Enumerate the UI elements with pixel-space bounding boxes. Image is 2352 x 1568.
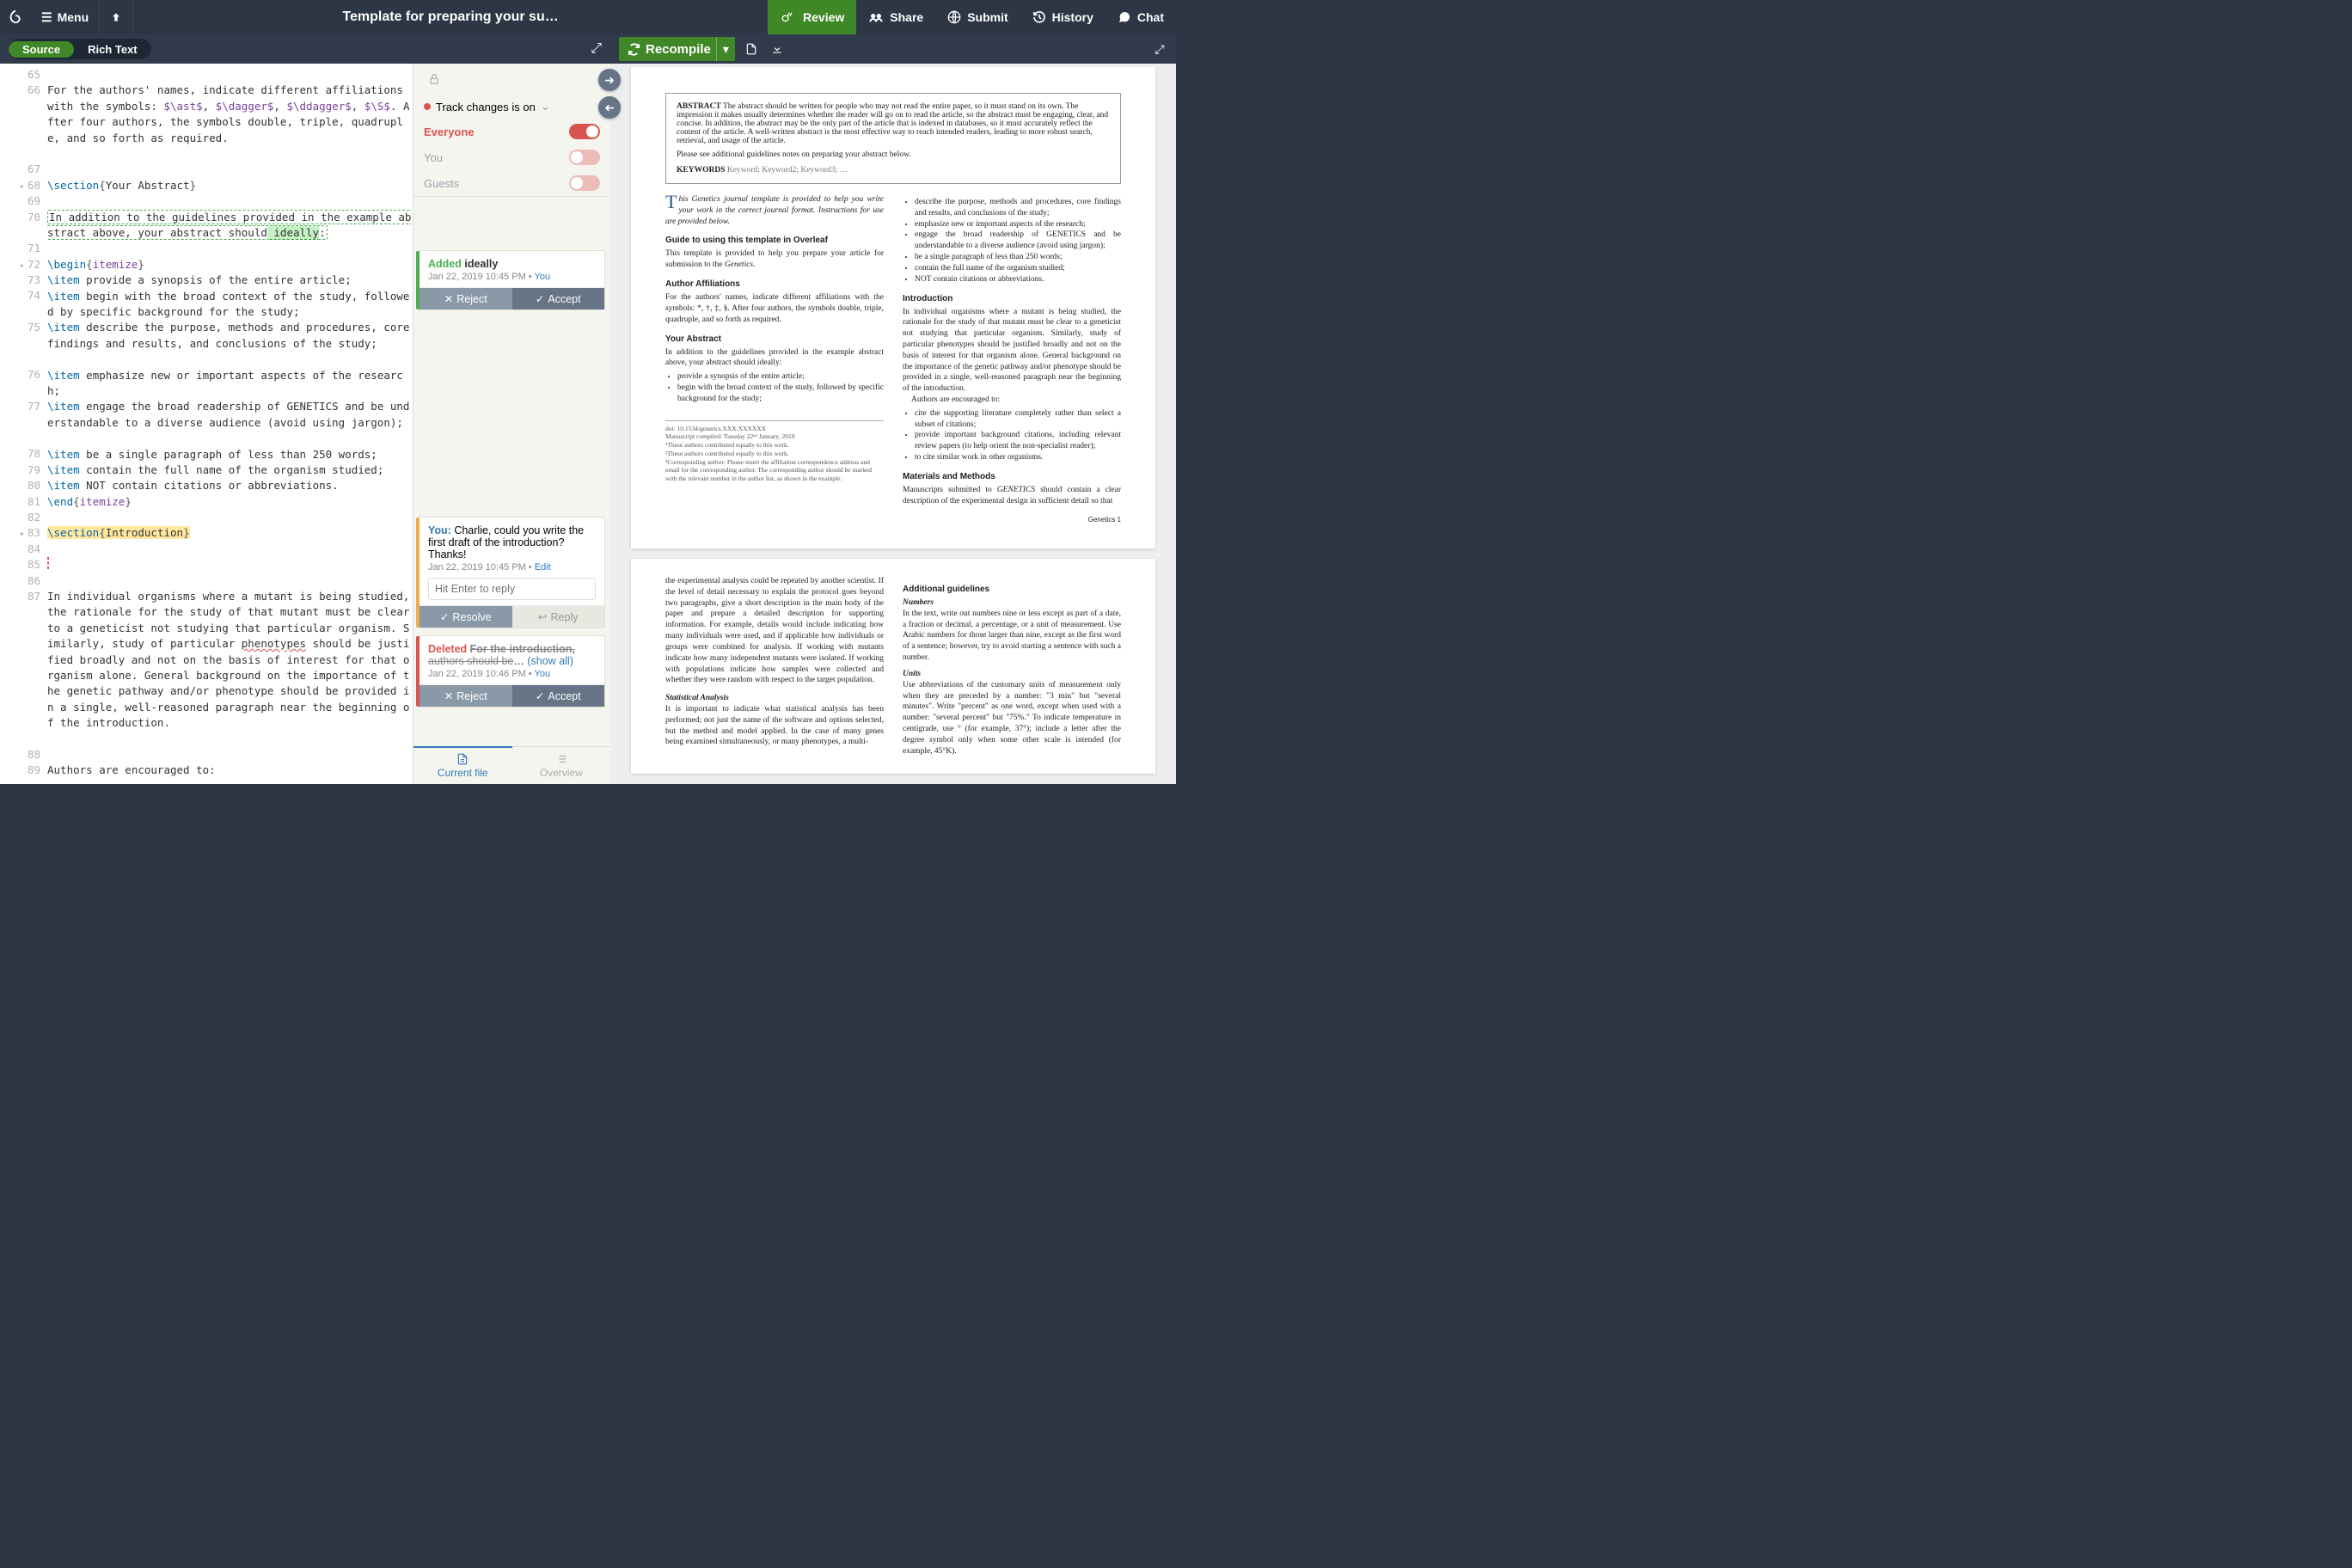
edit-link[interactable]: Edit xyxy=(535,562,551,573)
code-line-70[interactable]: In addition to the guidelines provided i… xyxy=(47,210,413,242)
code-line-81[interactable]: \end{itemize} xyxy=(47,494,413,510)
download-icon[interactable] xyxy=(768,40,787,58)
recompile-dropdown[interactable]: ▾ xyxy=(716,37,735,61)
current-file-tab[interactable]: Current file xyxy=(413,746,512,784)
pdf-page-1: ABSTRACT The abstract should be written … xyxy=(631,67,1155,548)
expand-editor-icon[interactable]: ⤢ xyxy=(591,41,602,57)
reject-button[interactable]: ✕ Reject xyxy=(420,288,512,309)
reply-button[interactable]: ↩ Reply xyxy=(512,606,605,628)
strike-icon: Ab xyxy=(413,643,414,660)
you-toggle[interactable] xyxy=(569,150,600,165)
line-gutter: 656667▾68697071▾7273747576777879808182▾8… xyxy=(0,64,47,784)
code-line-72[interactable]: \begin{itemize} xyxy=(47,257,413,273)
track-changes-label[interactable]: Track changes is on ⌄ xyxy=(424,100,550,113)
track-indicator-icon xyxy=(424,103,431,110)
everyone-label: Everyone xyxy=(424,126,475,138)
submit-label: Submit xyxy=(967,10,1008,24)
recompile-button[interactable]: Recompile xyxy=(619,37,721,61)
pdf-preview[interactable]: ABSTRACT The abstract should be written … xyxy=(610,64,1176,784)
editor-mode-pill: Source Rich Text xyxy=(9,39,151,59)
code-line-69[interactable] xyxy=(47,193,413,209)
overview-tab[interactable]: Overview xyxy=(512,747,611,784)
code-line-80[interactable]: \item NOT contain citations or abbreviat… xyxy=(47,478,413,493)
code-line-85[interactable] xyxy=(47,557,413,573)
code-line-82[interactable] xyxy=(47,510,413,525)
code-line-87[interactable]: In individual organisms where a mutant i… xyxy=(47,589,413,747)
code-line-75[interactable]: \item describe the purpose, methods and … xyxy=(47,320,413,367)
share-label: Share xyxy=(890,10,923,24)
chat-label: Chat xyxy=(1137,10,1164,24)
project-title[interactable]: Template for preparing your su… xyxy=(133,9,768,25)
sync-left-button[interactable]: ➜ xyxy=(598,96,621,119)
change-card-added: Added ideally Jan 22, 2019 10:45 PM • Yo… xyxy=(419,250,605,310)
everyone-toggle[interactable] xyxy=(569,124,600,139)
change-card-deleted: Ab Deleted For the introduction, authors… xyxy=(419,635,605,707)
guests-toggle[interactable] xyxy=(569,175,600,191)
review-panel: Track changes is on ⌄ Everyone You Guest… xyxy=(413,64,610,784)
guests-label: Guests xyxy=(424,177,459,190)
code-line-76[interactable]: \item emphasize new or important aspects… xyxy=(47,368,413,400)
editor-subbar: Source Rich Text ⤢ xyxy=(0,34,610,64)
code-line-67[interactable] xyxy=(47,162,413,177)
show-all-link[interactable]: (show all) xyxy=(527,655,573,667)
top-toolbar: ☰ Menu Template for preparing your su… R… xyxy=(0,0,1176,34)
expand-pdf-icon[interactable]: ⤢ xyxy=(1150,40,1169,58)
overleaf-logo[interactable] xyxy=(0,0,31,34)
source-tab[interactable]: Source xyxy=(9,41,74,58)
code-line-78[interactable]: \item be a single paragraph of less than… xyxy=(47,447,413,462)
code-line-66[interactable]: For the authors' names, indicate differe… xyxy=(47,83,413,162)
richtext-tab[interactable]: Rich Text xyxy=(74,41,151,58)
menu-label: Menu xyxy=(58,10,89,24)
code-line-74[interactable]: \item begin with the broad context of th… xyxy=(47,289,413,321)
code-line-88[interactable] xyxy=(47,747,413,763)
compile-toolbar: Recompile ▾ ⤢ xyxy=(610,34,1176,64)
up-button[interactable] xyxy=(99,0,133,34)
review-label: Review xyxy=(803,10,844,24)
chat-button[interactable]: Chat xyxy=(1106,0,1176,34)
accept-button[interactable]: ✓ Accept xyxy=(512,685,605,707)
history-button[interactable]: History xyxy=(1020,0,1106,34)
code-line-79[interactable]: \item contain the full name of the organ… xyxy=(47,462,413,478)
code-line-86[interactable] xyxy=(47,573,413,589)
history-label: History xyxy=(1052,10,1093,24)
reply-input[interactable] xyxy=(428,578,596,600)
sync-right-button[interactable]: ➜ xyxy=(598,69,621,91)
lock-icon xyxy=(424,69,444,89)
review-footer: Current file Overview xyxy=(413,746,610,784)
code-line-77[interactable]: \item engage the broad readership of GEN… xyxy=(47,399,413,446)
code-line-65[interactable] xyxy=(47,67,413,83)
code-line-68[interactable]: \section{Your Abstract} xyxy=(47,178,413,193)
review-button[interactable]: Review xyxy=(768,0,856,34)
share-button[interactable]: Share xyxy=(856,0,935,34)
code-line-71[interactable] xyxy=(47,241,413,256)
comment-card: You: Charlie, could you write the first … xyxy=(419,517,605,628)
pdf-page-2: the experimental analysis could be repea… xyxy=(631,559,1155,774)
chevron-down-icon: ⌄ xyxy=(541,100,550,113)
code-line-89[interactable]: Authors are encouraged to: xyxy=(47,763,413,778)
code-line-84[interactable] xyxy=(47,542,413,557)
hamburger-icon: ☰ xyxy=(41,10,52,25)
accept-button[interactable]: ✓ Accept xyxy=(512,288,605,309)
code-editor[interactable]: For the authors' names, indicate differe… xyxy=(47,64,413,784)
submit-button[interactable]: Submit xyxy=(935,0,1020,34)
menu-button[interactable]: ☰ Menu xyxy=(31,0,99,34)
pencil-icon xyxy=(413,258,414,275)
code-line-83[interactable]: \section{Introduction} xyxy=(47,525,413,541)
code-line-73[interactable]: \item provide a synopsis of the entire a… xyxy=(47,273,413,288)
you-label: You xyxy=(424,151,443,164)
resolve-button[interactable]: ✓ Resolve xyxy=(420,606,512,628)
reject-button[interactable]: ✕ Reject xyxy=(420,685,512,707)
logs-icon[interactable] xyxy=(742,40,761,58)
